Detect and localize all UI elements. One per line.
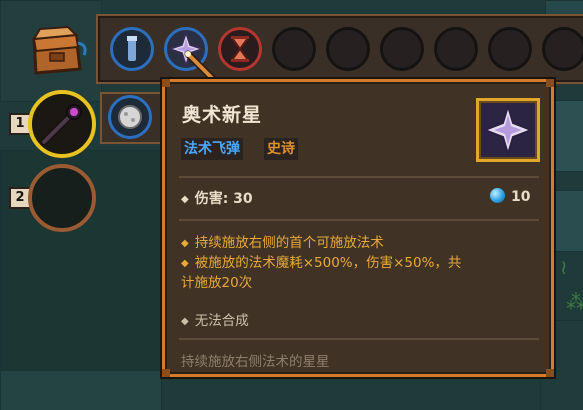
wand-slot-1[interactable] (28, 90, 96, 158)
spell-slot-4[interactable] (272, 27, 316, 71)
effect-text-2b: 计施放20次 (181, 275, 253, 291)
bag-icon (32, 25, 87, 75)
craft-text: 无法合成 (194, 313, 249, 329)
spell-slot-9[interactable] (542, 27, 583, 71)
tooltip-divider (179, 219, 539, 221)
stone-orb-icon (118, 105, 142, 129)
effect-text-1: 持续施放右侧的首个可施放法术 (194, 235, 384, 251)
damage-label: 伤害: 30 (194, 191, 253, 207)
spell-slot-1[interactable] (110, 27, 154, 71)
spell-tooltip: 奥术新星 法术飞弹 史诗 ◆ 伤害: 30 10 ◆ 持续施放右侧的首个可施放法术 … (162, 79, 554, 377)
mana-cost: 10 (490, 188, 530, 205)
wand-icon (40, 104, 82, 146)
spell-slot-7[interactable] (434, 27, 478, 71)
effect-line-2: ◆ 被施放的法术魔耗×500%，伤害×50%，共 (181, 255, 462, 271)
tooltip-corner (546, 369, 554, 377)
effect-line-1: ◆ 持续施放右侧的首个可施放法术 (181, 235, 384, 251)
tooltip-divider (179, 176, 539, 178)
tooltip-divider (179, 338, 539, 340)
spell-type-tag: 法术飞弹 (181, 138, 243, 160)
effect-text-2: 被施放的法术魔耗×500%，伤害×50%，共 (194, 255, 462, 271)
damage-stat: ◆ 伤害: 30 (181, 191, 253, 207)
spell-rarity-tag: 史诗 (264, 138, 298, 160)
tooltip-corner (162, 369, 170, 377)
spell-title: 奥术新星 (182, 104, 263, 126)
hourglass-icon (230, 36, 250, 62)
mana-value: 10 (511, 189, 531, 205)
effect-line-2b: 计施放20次 (181, 273, 541, 293)
arcane-nova-icon (482, 102, 534, 158)
tooltip-corner (546, 79, 554, 87)
inventory-bag-button[interactable] (28, 25, 90, 77)
mana-orb-icon (490, 188, 505, 203)
spell-slot-bar (96, 14, 583, 84)
flavor-text: 持续施放右侧法术的星星 (181, 354, 330, 370)
spell-slot-6[interactable] (380, 27, 424, 71)
vial-icon (126, 35, 138, 63)
spell-slot-3[interactable] (218, 27, 262, 71)
spell-slot-5[interactable] (326, 27, 370, 71)
wand-1-spell-slot[interactable] (108, 95, 152, 139)
spell-slot-8[interactable] (488, 27, 532, 71)
craft-line: ◆ 无法合成 (181, 313, 249, 329)
tooltip-corner (162, 79, 170, 87)
wand-slot-2[interactable] (28, 164, 96, 232)
spell-large-icon (476, 98, 540, 162)
